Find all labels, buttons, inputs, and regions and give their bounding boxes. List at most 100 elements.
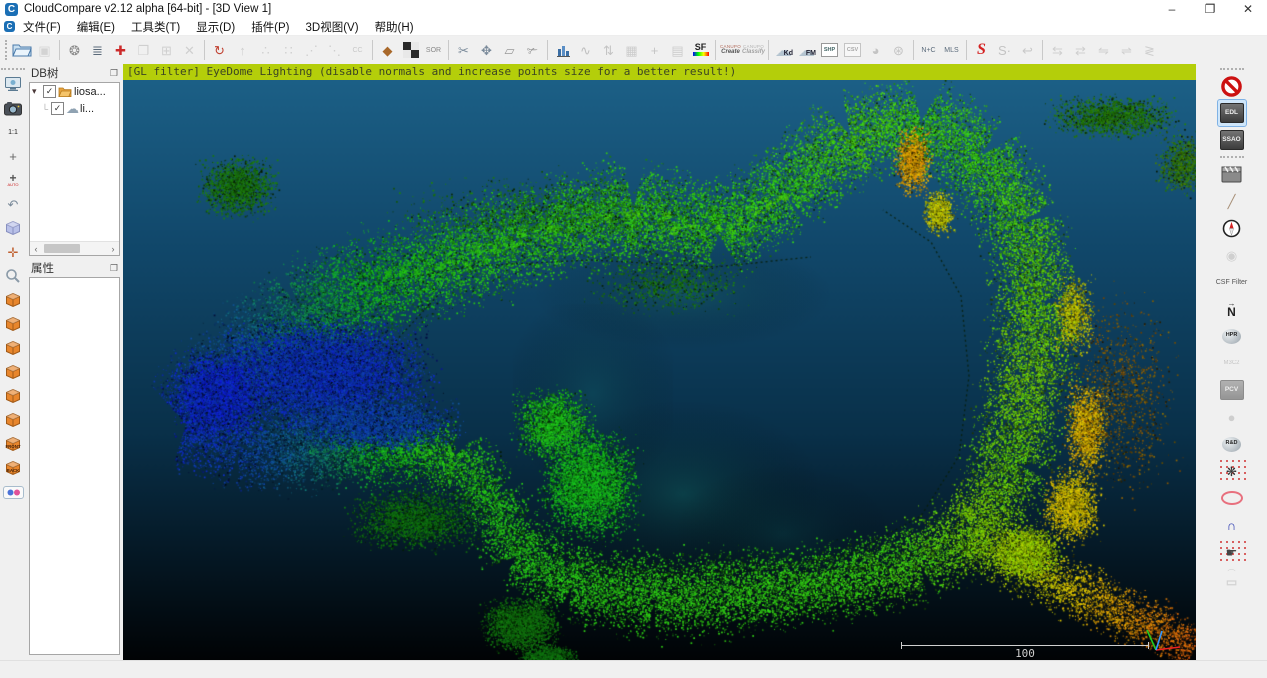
view-bottom-button[interactable]: [2, 313, 24, 335]
kd-tree-button[interactable]: ☁Kd: [772, 39, 795, 62]
shp-export-button[interactable]: SHP: [818, 39, 841, 62]
right-toolbar-handle[interactable]: [1220, 156, 1244, 158]
render-screenshot-button[interactable]: [2, 97, 24, 119]
left-toolbar-handle[interactable]: [1, 68, 25, 70]
point-picking-button[interactable]: ✚: [109, 39, 132, 62]
display-settings-button[interactable]: [2, 73, 24, 95]
toolbar-handle[interactable]: [5, 40, 7, 60]
compare-tool-1-button[interactable]: ⇆: [1046, 39, 1069, 62]
ssao-filter-button[interactable]: SSAO: [1218, 127, 1246, 153]
compare-tool-4-button[interactable]: ⇌: [1115, 39, 1138, 62]
add-scalar-field-button[interactable]: +: [643, 39, 666, 62]
segment-scissors-button[interactable]: ✂: [452, 39, 475, 62]
view-left-button[interactable]: [2, 385, 24, 407]
minimize-button[interactable]: –: [1153, 0, 1191, 18]
menu-item-tools[interactable]: 工具类(T): [123, 19, 188, 35]
zoom-fit-button[interactable]: +: [2, 145, 24, 167]
subsample-button[interactable]: ∴: [254, 39, 277, 62]
sample-points-button[interactable]: ◆: [376, 39, 399, 62]
clone-button[interactable]: ❐: [132, 39, 155, 62]
pie-sphere-button[interactable]: ◕: [864, 39, 887, 62]
cloud-cloud-distance-button[interactable]: CC: [346, 39, 369, 62]
view-back-button[interactable]: [2, 361, 24, 383]
open-file-button[interactable]: [10, 39, 33, 62]
menu-item-help[interactable]: 帮助(H): [367, 19, 422, 35]
shield-plugin-button[interactable]: ◉: [1218, 242, 1246, 268]
zoom-1-1-button[interactable]: 1:1: [2, 121, 24, 143]
properties-toggle-button[interactable]: ≣: [86, 39, 109, 62]
tree-row[interactable]: └ ✓ ☁ li...: [30, 100, 119, 117]
match-scales-button[interactable]: ⋰: [300, 39, 323, 62]
mesh-flip-button[interactable]: ↩: [1016, 39, 1039, 62]
right-toolbar-handle[interactable]: [1220, 68, 1244, 70]
float-panel-icon[interactable]: ❐: [110, 68, 118, 79]
float-panel-icon[interactable]: ❐: [110, 263, 118, 274]
save-button[interactable]: ▣: [33, 39, 56, 62]
globe-mesh-button[interactable]: ⊛: [887, 39, 910, 62]
expand-arrow-icon[interactable]: ▾: [32, 86, 41, 97]
previous-view-button[interactable]: ↶: [2, 193, 24, 215]
zoom-magnifier-button[interactable]: [2, 265, 24, 287]
spline-red-button[interactable]: S: [970, 39, 993, 62]
fit-plane-button[interactable]: ⋱: [323, 39, 346, 62]
close-button[interactable]: ✕: [1229, 0, 1267, 18]
canupo-create-button[interactable]: CANUPOCreate: [719, 39, 742, 62]
menu-item-display[interactable]: 显示(D): [188, 19, 243, 35]
sf-colormap-button[interactable]: SF: [689, 39, 712, 62]
hpr-plugin-button[interactable]: HPR: [1218, 323, 1246, 349]
normals-curvature-button[interactable]: N+C: [917, 39, 940, 62]
disable-gl-filter-button[interactable]: [1218, 73, 1246, 99]
menu-item-3dview[interactable]: 3D视图(V): [298, 19, 367, 35]
scrollbar-track[interactable]: [42, 244, 107, 253]
view-front-button[interactable]: [2, 337, 24, 359]
perspective-cube-button[interactable]: [2, 217, 24, 239]
tree-checkbox[interactable]: ✓: [51, 102, 64, 115]
menu-item-plugins[interactable]: 插件(P): [243, 19, 297, 35]
view-top-button[interactable]: [2, 289, 24, 311]
pivot-cross-button[interactable]: ✛: [2, 241, 24, 263]
tree-row[interactable]: ▾ ✓ liosa...: [30, 83, 119, 100]
ransac-plugin-button[interactable]: R&D: [1218, 431, 1246, 457]
animation-plugin-button[interactable]: [1218, 161, 1246, 187]
polyline-trace-button[interactable]: ✃: [521, 39, 544, 62]
horizontal-scrollbar[interactable]: ‹ ›: [30, 241, 119, 255]
view-right-button[interactable]: [2, 409, 24, 431]
profile-plot-button[interactable]: ∿: [574, 39, 597, 62]
minmax-range-button[interactable]: ⇅: [597, 39, 620, 62]
view-back-labeled-button[interactable]: BACK: [2, 457, 24, 479]
stat-test-button[interactable]: ▦: [620, 39, 643, 62]
delete-button[interactable]: ✕: [178, 39, 201, 62]
auto-pick-pivot-button[interactable]: +AUTO: [2, 169, 24, 191]
tree-checkbox[interactable]: ✓: [43, 85, 56, 98]
fm-button[interactable]: ☁FM: [795, 39, 818, 62]
align-button[interactable]: ↑: [231, 39, 254, 62]
edl-filter-button[interactable]: EDL: [1218, 100, 1246, 126]
broom-clean-button[interactable]: ╱: [1218, 188, 1246, 214]
clipping-box-button[interactable]: ▱: [498, 39, 521, 62]
translate-rotate-button[interactable]: ✥: [475, 39, 498, 62]
pcv-plugin-button[interactable]: PCV: [1218, 377, 1246, 403]
merge-button[interactable]: ⊞: [155, 39, 178, 62]
canupo-classify-button[interactable]: CANUPOClassify: [742, 39, 765, 62]
mls-smooth-button[interactable]: MLS: [940, 39, 963, 62]
register-button[interactable]: ↻: [208, 39, 231, 62]
restore-button[interactable]: ❐: [1191, 0, 1229, 18]
sor-filter-button[interactable]: SOR: [422, 39, 445, 62]
gears-plugin-button[interactable]: ❋: [1218, 458, 1246, 484]
spline-fit-button[interactable]: S·: [993, 39, 1016, 62]
m3c2-plugin-button[interactable]: M3C2: [1218, 350, 1246, 376]
global-shift-button[interactable]: ❂: [63, 39, 86, 62]
noise-filter-button[interactable]: ∷: [277, 39, 300, 62]
sf-calculator-button[interactable]: ▤: [666, 39, 689, 62]
stereo-dots-button[interactable]: [2, 481, 24, 503]
scroll-left-icon[interactable]: ‹: [30, 244, 42, 254]
point-cloud-canvas[interactable]: [123, 64, 1196, 661]
cloud-ruler-plugin-button[interactable]: ⌒▭: [1218, 566, 1246, 592]
compare-tool-3-button[interactable]: ⇋: [1092, 39, 1115, 62]
compare-tool-5-button[interactable]: ≷: [1138, 39, 1161, 62]
scrollbar-thumb[interactable]: [44, 244, 80, 253]
csv-export-button[interactable]: CSV: [841, 39, 864, 62]
render-checker-button[interactable]: [399, 39, 422, 62]
compass-plugin-button[interactable]: [1218, 215, 1246, 241]
histogram-button[interactable]: [551, 39, 574, 62]
